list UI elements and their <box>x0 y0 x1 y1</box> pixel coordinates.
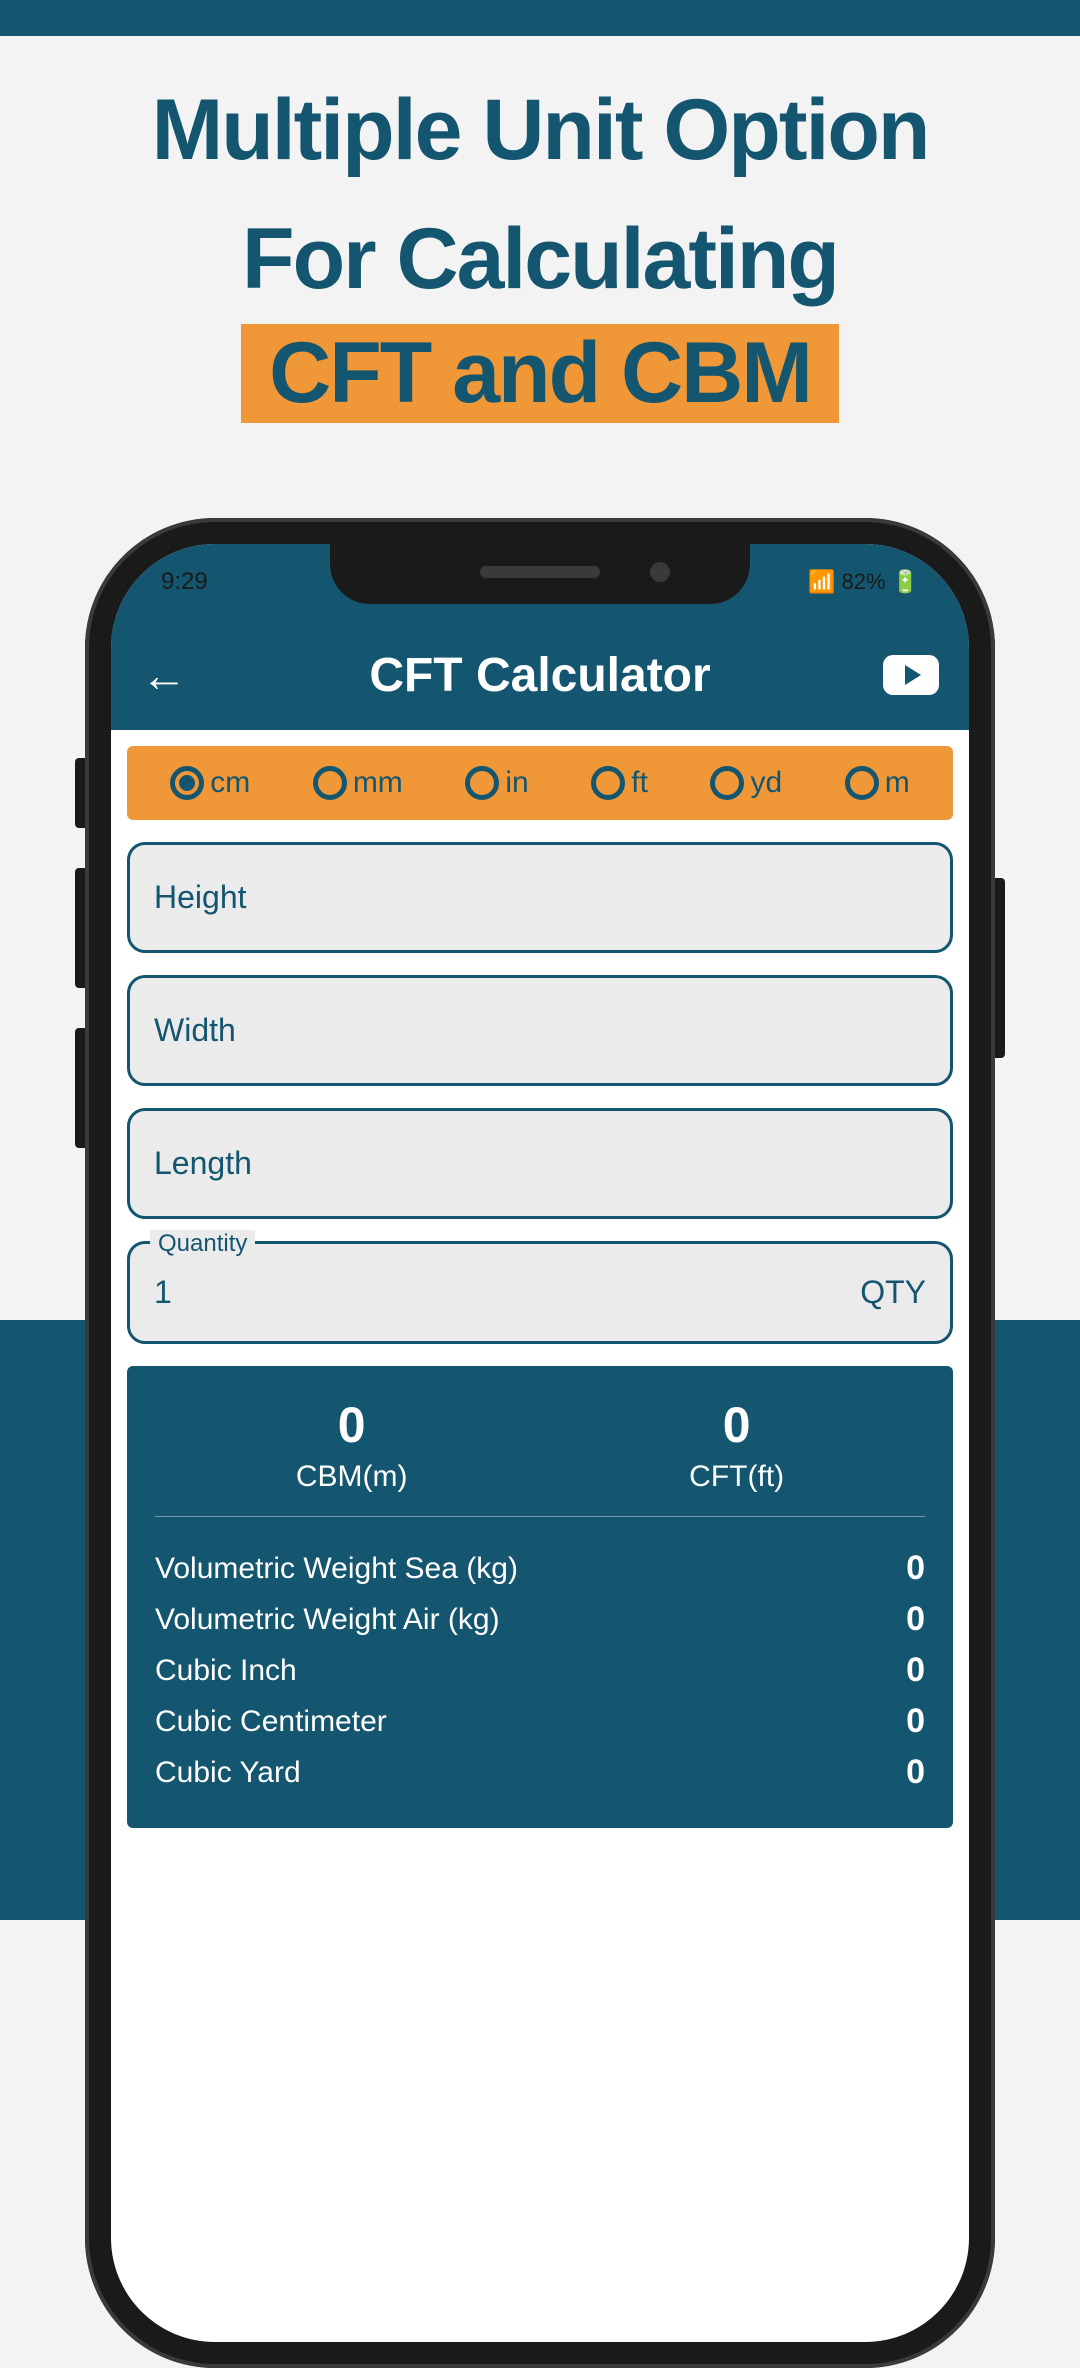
result-row-value: 0 <box>906 1549 925 1588</box>
length-placeholder: Length <box>154 1145 252 1181</box>
quantity-label: Quantity <box>150 1230 255 1258</box>
result-row-label: Cubic Inch <box>155 1654 297 1688</box>
battery-percent: 82% <box>842 569 886 595</box>
results-panel: 0 CBM(m) 0 CFT(ft) Volumetric Weight Sea… <box>127 1366 953 1828</box>
quantity-value: 1 <box>154 1274 172 1311</box>
result-row-value: 0 <box>906 1651 925 1690</box>
phone-screen: 9:29 📶 82% 🔋 ← CFT Calculator cm mm <box>111 544 969 2342</box>
result-row-label: Cubic Yard <box>155 1756 301 1790</box>
phone-volume-down-button <box>75 1028 85 1148</box>
result-row-value: 0 <box>906 1753 925 1792</box>
unit-label: in <box>505 766 528 800</box>
battery-icon: 🔋 <box>892 569 919 595</box>
unit-label: m <box>885 766 910 800</box>
status-right: 📶 82% 🔋 <box>808 569 919 595</box>
phone-mockup-frame: 9:29 📶 82% 🔋 ← CFT Calculator cm mm <box>85 518 995 2368</box>
results-rows: Volumetric Weight Sea (kg) 0 Volumetric … <box>155 1543 925 1798</box>
unit-label: mm <box>353 766 403 800</box>
status-time: 9:29 <box>161 568 208 596</box>
signal-icon: 📶 <box>808 569 835 595</box>
unit-option-cm[interactable]: cm <box>170 766 250 800</box>
youtube-icon[interactable] <box>883 655 939 695</box>
radio-icon <box>845 766 879 800</box>
quantity-input[interactable]: Quantity 1 QTY <box>127 1241 953 1344</box>
width-input[interactable]: Width <box>127 975 953 1086</box>
unit-option-yd[interactable]: yd <box>710 766 782 800</box>
cft-label: CFT(ft) <box>689 1460 784 1494</box>
result-cbm: 0 CBM(m) <box>296 1396 408 1494</box>
width-placeholder: Width <box>154 1012 236 1048</box>
result-row-value: 0 <box>906 1702 925 1741</box>
results-top: 0 CBM(m) 0 CFT(ft) <box>155 1396 925 1517</box>
unit-option-in[interactable]: in <box>465 766 528 800</box>
radio-icon <box>710 766 744 800</box>
result-row: Volumetric Weight Air (kg) 0 <box>155 1594 925 1645</box>
unit-option-m[interactable]: m <box>845 766 910 800</box>
unit-label: cm <box>210 766 250 800</box>
height-placeholder: Height <box>154 879 247 915</box>
app-body: cm mm in ft yd <box>111 730 969 1844</box>
cbm-label: CBM(m) <box>296 1460 408 1494</box>
phone-power-button <box>995 878 1005 1058</box>
headline-line-2: For Calculating <box>0 195 1080 324</box>
marketing-headline: Multiple Unit Option For Calculating CFT… <box>0 66 1080 423</box>
radio-icon <box>591 766 625 800</box>
radio-icon <box>313 766 347 800</box>
unit-label: ft <box>631 766 648 800</box>
result-row-label: Volumetric Weight Sea (kg) <box>155 1552 518 1586</box>
back-arrow-icon[interactable]: ← <box>141 648 187 702</box>
app-header: ← CFT Calculator <box>111 620 969 730</box>
unit-option-mm[interactable]: mm <box>313 766 403 800</box>
radio-icon <box>170 766 204 800</box>
phone-notch <box>330 544 750 604</box>
headline-line-1: Multiple Unit Option <box>0 66 1080 195</box>
result-row-label: Volumetric Weight Air (kg) <box>155 1603 500 1637</box>
unit-label: yd <box>750 766 782 800</box>
radio-icon <box>465 766 499 800</box>
result-row: Cubic Inch 0 <box>155 1645 925 1696</box>
quantity-suffix: QTY <box>860 1274 926 1311</box>
result-row: Volumetric Weight Sea (kg) 0 <box>155 1543 925 1594</box>
unit-option-ft[interactable]: ft <box>591 766 648 800</box>
result-row: Cubic Centimeter 0 <box>155 1696 925 1747</box>
app-title: CFT Calculator <box>369 648 710 703</box>
page-top-bar <box>0 0 1080 36</box>
result-row-label: Cubic Centimeter <box>155 1705 387 1739</box>
headline-highlight: CFT and CBM <box>241 324 839 423</box>
notch-speaker <box>480 566 600 578</box>
length-input[interactable]: Length <box>127 1108 953 1219</box>
notch-camera <box>650 562 670 582</box>
phone-volume-up-button <box>75 868 85 988</box>
height-input[interactable]: Height <box>127 842 953 953</box>
cft-value: 0 <box>689 1396 784 1454</box>
unit-selector: cm mm in ft yd <box>127 746 953 820</box>
result-row: Cubic Yard 0 <box>155 1747 925 1798</box>
result-row-value: 0 <box>906 1600 925 1639</box>
cbm-value: 0 <box>296 1396 408 1454</box>
phone-side-buttons-left <box>75 758 85 1188</box>
phone-mute-button <box>75 758 85 828</box>
result-cft: 0 CFT(ft) <box>689 1396 784 1494</box>
